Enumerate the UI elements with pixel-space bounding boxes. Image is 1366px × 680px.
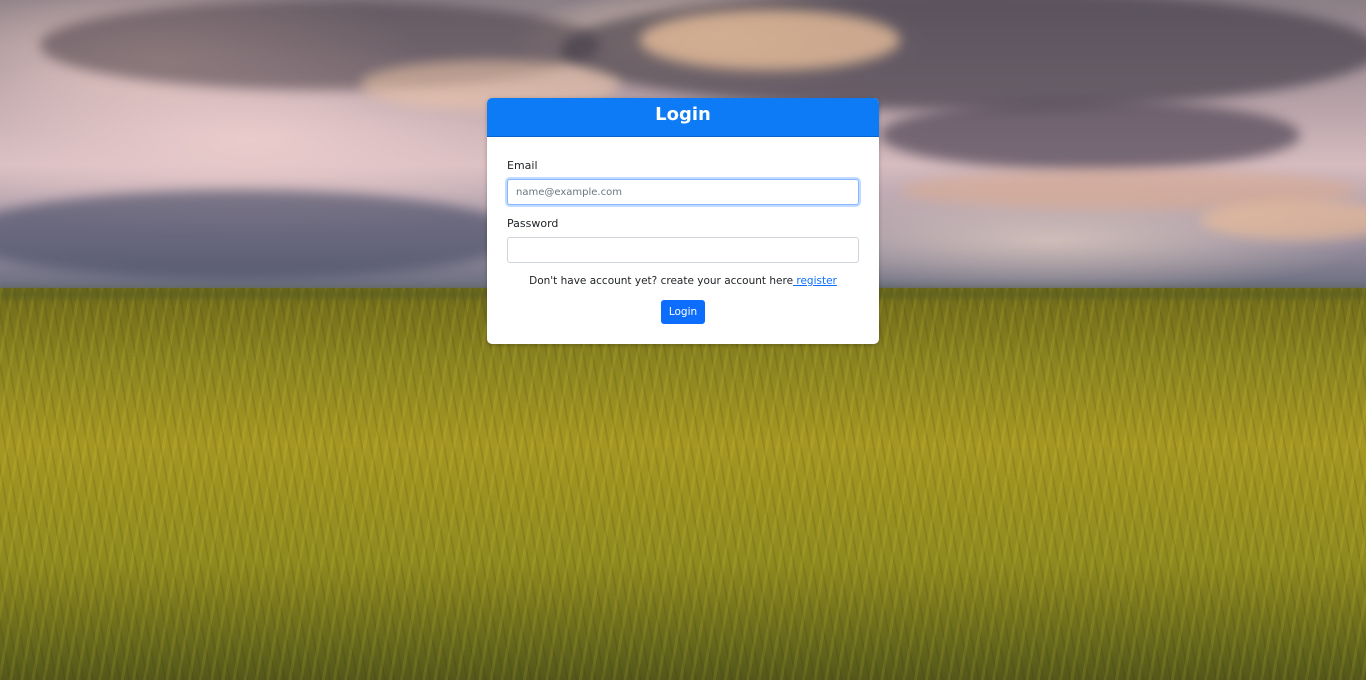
login-card: Login Email Password Don't have account … [487,98,879,344]
register-text: Don't have account yet? create your acco… [529,275,794,287]
cloud [640,10,900,70]
register-prompt: Don't have account yet? create your acco… [507,275,859,289]
login-button[interactable]: Login [660,300,706,324]
login-card-title: Login [487,98,879,137]
email-label: Email [507,159,538,172]
password-label: Password [507,217,559,230]
wheat-field [0,288,1366,680]
register-link[interactable]: register [793,275,837,287]
password-input[interactable] [507,237,859,263]
login-form: Email Password Don't have account yet? c… [487,137,879,324]
email-input[interactable] [507,179,859,205]
cloud [880,100,1300,170]
submit-row: Login [507,300,859,324]
